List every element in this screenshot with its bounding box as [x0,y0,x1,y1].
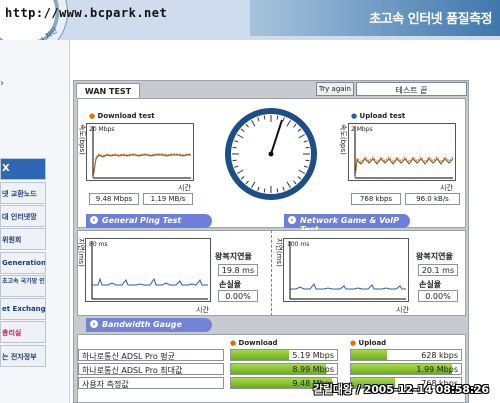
game-max-label: 100 ms [287,241,310,248]
upload-meter-value: 1.99 Mbps [416,365,458,374]
game-latency-value: 20.1 ms [418,264,458,276]
game-arrow-icon: › [288,216,296,224]
ping-max-label: 80 ms [89,241,108,248]
bandwidth-arrow-icon: › [90,320,98,328]
game-xlabel: 시간 [396,306,409,314]
download-bullet-icon: ● [89,112,96,120]
try-again-button[interactable]: Try again [316,82,354,96]
header-banner: 초고속 인터넷 품질측정 [250,0,500,36]
ping-loss-value: 0.00% [218,290,258,302]
upload-xlabel: 시간 [440,184,453,192]
ping-test-bar[interactable]: › General Ping Test [86,214,212,228]
download-xlabel: 시간 [178,184,191,192]
download-meter-value: 8.99 Mbps [292,365,334,374]
download-header-bullet-icon: ● [230,339,237,347]
gauge-tick [232,146,237,149]
status-field: 테스트 끝 [356,82,467,96]
upload-bullet-icon: ● [351,112,358,120]
bandwidth-row-name: 하나로통신 ADSL Pro 최대값 [78,363,224,375]
gauge-tick [232,159,237,162]
upload-header-bullet-icon: ● [350,339,357,347]
upload-meter-fill [351,350,388,360]
sidebar-item-generation[interactable]: Generation [0,252,46,274]
upload-meter: 1.99 Mbps [350,363,462,375]
bandwidth-gauge-bar[interactable]: › Bandwidth Gauge [86,318,212,332]
speed-gauge [224,107,318,201]
download-max-label: 20 Mbps [89,126,115,133]
game-loss-value: 0.00% [418,290,458,302]
ping-loss-label: 손실율 [219,280,242,289]
header: 유해정보 차단 초고속 인터넷 품질측정 http://www.bcpark.n… [0,0,500,58]
download-bytes-value: 1.19 MB/s [143,193,193,205]
ping-arrow-icon: › [90,216,98,224]
sidebar-item-exchange[interactable]: et Exchange [0,298,46,320]
upload-meter-value: 628 kbps [421,351,458,360]
bandwidth-row-name: 사용자 측정값 [78,377,224,389]
game-latency-label: 왕복지연율 [416,252,453,261]
upload-title: ● Upload test [351,112,406,120]
download-meter-fill [231,350,290,360]
sidebar-item-x[interactable]: X [0,158,46,180]
upload-column-header: ● Upload [350,339,387,347]
page-title: 초고속 인터넷 품질측정 [369,12,492,27]
download-column-header: ● Download [230,339,278,347]
gauge-tick [305,146,310,149]
download-meter-value: 5.19 Mbps [292,351,334,360]
watermark-url: http://www.bcpark.net [5,6,168,20]
game-test-bar[interactable]: › Network Game & VoIP Test [284,214,410,234]
download-meter: 5.19 Mbps [230,349,338,361]
latency-divider [271,230,272,316]
tab-wan-test[interactable]: WAN TEST [76,83,140,98]
sidebar-arrow-icon: › [0,78,4,89]
sidebar: › X 넷 교환노드 대 인터넷망 위원회 Generation 초고속 국가망… [0,40,70,403]
download-meter: 8.99 Mbps [230,363,338,375]
gauge-tick [276,188,279,193]
upload-bytes-value: 96.0 kB/s [405,193,460,205]
gauge-tick [276,115,279,120]
upload-max-label: 2 Mbps [351,126,373,133]
ping-xlabel: 시간 [196,306,209,314]
gauge-tick [263,188,266,193]
game-loss-label: 손실율 [419,280,442,289]
ping-latency-value: 19.8 ms [218,264,258,276]
sidebar-item-internet-network[interactable]: 대 인터넷망 [0,205,46,227]
bandwidth-row-name: 하나로통신 ADSL Pro 평균 [78,349,224,361]
ping-latency-label: 왕복지연율 [215,252,252,261]
sidebar-item-prime-minister[interactable]: 총리실 [0,321,46,343]
upload-ylabel: 속도(bps) [339,124,347,155]
sidebar-item-egov[interactable]: 는 전자정부 [0,345,46,367]
timestamp-overlay: 갈릴대왕 / 2005-12-14 08:58:26 [313,383,489,396]
gauge-tick [263,115,266,120]
sidebar-item-committee[interactable]: 위원회 [0,228,46,250]
download-speed-value: 9.48 Mbps [89,193,139,205]
upload-meter: 628 kbps [350,349,462,361]
gauge-tick [305,159,310,162]
upload-speed-value: 768 kbps [351,193,401,205]
download-title: ● Download test [89,112,155,120]
sidebar-item-national-network[interactable]: 초고속 국가망 인터넷 시스템 [0,275,46,297]
sidebar-item-exchange-node[interactable]: 넷 교환노드 [0,182,46,204]
